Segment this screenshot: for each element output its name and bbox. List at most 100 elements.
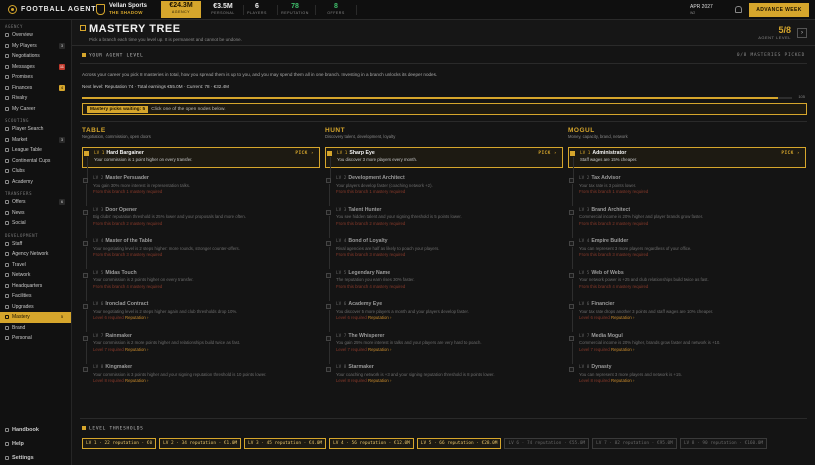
- sidebar-item-market[interactable]: Market 3: [0, 135, 71, 146]
- mastery-node-brand-architect[interactable]: LV 3 Brand Architect Commercial income is …: [568, 207, 806, 238]
- mastery-node-hard-bargainer[interactable]: LV 1 Hard Bargainer PICK › Your commission …: [82, 146, 320, 179]
- branch-mogul: MOGUL Money, capacity, brand, network LV 1…: [568, 127, 806, 388]
- sidebar-item-overview[interactable]: Overview: [0, 30, 71, 41]
- reputation-link[interactable]: Reputation ›: [368, 378, 391, 383]
- sidebar-item-headquarters[interactable]: Headquarters: [0, 281, 71, 292]
- mastery-node-financier[interactable]: LV 6 Financier Your tax rate drops another…: [568, 301, 806, 332]
- mastery-node-empire-builder[interactable]: LV 4 Empire Builder You can represent 3 mo…: [568, 238, 806, 269]
- sidebar-item-social[interactable]: Social: [0, 218, 71, 229]
- sidebar-item-offers[interactable]: Offers 6: [0, 197, 71, 208]
- sidebar-item-travel[interactable]: Travel: [0, 260, 71, 271]
- node-checkbox[interactable]: [569, 367, 574, 372]
- mastery-node-door-opener[interactable]: LV 3 Door Opener Big clubs' reputation thr…: [82, 207, 320, 238]
- node-checkbox[interactable]: [83, 178, 88, 183]
- node-checkbox[interactable]: [326, 178, 331, 183]
- sidebar-item-settings[interactable]: Settings: [0, 451, 72, 465]
- sidebar-item-help[interactable]: Help: [0, 437, 72, 451]
- reputation-link[interactable]: Reputation ›: [125, 315, 148, 320]
- sidebar-item-clubs[interactable]: Clubs: [0, 166, 71, 177]
- node-checkbox[interactable]: [327, 150, 332, 156]
- branch-description: Negotiation, commission, open doors: [82, 134, 151, 139]
- reputation-link[interactable]: Reputation ›: [611, 315, 634, 320]
- sidebar-item-negotiations[interactable]: Negotiations: [0, 51, 71, 62]
- mastery-node-ironclad-contract[interactable]: LV 6 Ironclad Contract Your negotiating le…: [82, 301, 320, 332]
- node-checkbox[interactable]: [326, 272, 331, 278]
- node-checkbox[interactable]: [569, 272, 574, 278]
- mastery-node-master-persuader[interactable]: LV 2 Master Persuader You gain 30% more in…: [82, 175, 320, 206]
- agency-network-icon: [5, 252, 9, 257]
- reputation-link[interactable]: Reputation ›: [125, 347, 148, 352]
- mastery-node-rainmaker[interactable]: LV 7 Rainmaker Your commission is 2 more p…: [82, 333, 320, 364]
- node-checkbox[interactable]: [569, 335, 574, 341]
- mastery-node-tax-advisor[interactable]: LV 2 Tax Advisor Your tax rate is 3 points…: [568, 175, 806, 206]
- sidebar-item-league-table[interactable]: League Table: [0, 145, 71, 156]
- sidebar-item-news[interactable]: News: [0, 208, 71, 219]
- sidebar-item-messages[interactable]: Messages 11: [0, 62, 71, 73]
- mastery-node-the-whisperer[interactable]: LV 7 The Whisperer You gain 25% more inter…: [325, 333, 563, 364]
- node-checkbox[interactable]: [83, 367, 88, 372]
- sidebar-item-handbook[interactable]: Handbook: [0, 423, 72, 437]
- sidebar-item-mastery[interactable]: Mastery 5: [0, 312, 71, 323]
- bell-icon[interactable]: [735, 6, 742, 13]
- reputation-link[interactable]: Reputation ›: [125, 378, 148, 383]
- node-checkbox[interactable]: [326, 241, 331, 246]
- reputation-link[interactable]: Reputation ›: [368, 347, 391, 352]
- reputation-link[interactable]: Reputation ›: [611, 378, 634, 383]
- node-title: Midas Touch: [105, 269, 137, 276]
- node-checkbox[interactable]: [84, 150, 89, 156]
- node-checkbox[interactable]: [326, 335, 331, 341]
- mastery-node-web-of-webs[interactable]: LV 5 Web of Webs Your network power is +25…: [568, 270, 806, 301]
- node-checkbox[interactable]: [326, 367, 331, 372]
- reputation-link[interactable]: Reputation ›: [368, 315, 391, 320]
- mastery-node-academy-eye[interactable]: LV 6 Academy Eye You discover 5 more playe…: [325, 301, 563, 332]
- mastery-node-kingmaker[interactable]: LV 8 Kingmaker Your commission is 3 points…: [82, 364, 320, 388]
- advance-week-button[interactable]: ADVANCE WEEK: [749, 3, 809, 17]
- sidebar-item-brand[interactable]: Brand: [0, 323, 71, 334]
- mastery-node-talent-hunter[interactable]: LV 3 Talent Hunter You see hidden talent a…: [325, 207, 563, 238]
- node-checkbox[interactable]: [569, 209, 574, 215]
- sidebar-item-my-career[interactable]: My Career: [0, 104, 71, 115]
- sidebar-item-network[interactable]: Network: [0, 270, 71, 281]
- node-checkbox[interactable]: [83, 209, 88, 215]
- mastery-node-development-architect[interactable]: LV 2 Development Architect Your players de…: [325, 175, 563, 206]
- sidebar-item-staff[interactable]: Staff: [0, 239, 71, 250]
- node-checkbox[interactable]: [569, 178, 574, 183]
- game-date: APR 2027 W2: [690, 4, 713, 16]
- node-checkbox[interactable]: [83, 272, 88, 278]
- mastery-node-starmaker[interactable]: LV 8 Starmaker Your coaching network is +3…: [325, 364, 563, 388]
- pick-button[interactable]: PICK ›: [295, 151, 314, 156]
- node-checkbox[interactable]: [83, 241, 88, 246]
- mastery-node-master-of-the-table[interactable]: LV 4 Master of the Table Your negotiating …: [82, 238, 320, 269]
- mastery-node-dynasty[interactable]: LV 8 Dynasty You can represent 3 more play…: [568, 364, 806, 388]
- node-checkbox[interactable]: [326, 209, 331, 215]
- mastery-node-sharp-eye[interactable]: LV 1 Sharp Eye PICK › You discover 3 more p…: [325, 146, 563, 179]
- mastery-node-bond-of-loyalty[interactable]: LV 4 Bond of Loyalty Rival agencies are ha…: [325, 238, 563, 269]
- sidebar-item-player-search[interactable]: Player Search: [0, 124, 71, 135]
- sidebar-item-finances[interactable]: Finances 4: [0, 83, 71, 94]
- mastery-node-legendary-name[interactable]: LV 5 Legendary Name The reputation you ear…: [325, 270, 563, 301]
- reputation-link[interactable]: Reputation ›: [611, 347, 634, 352]
- node-checkbox[interactable]: [326, 304, 331, 309]
- mastery-node-midas-touch[interactable]: LV 5 Midas Touch Your commission is 2 poin…: [82, 269, 320, 301]
- sidebar-item-my-players[interactable]: My Players 3: [0, 41, 71, 52]
- sidebar-item-academy[interactable]: Academy: [0, 177, 71, 188]
- sidebar-item-agency-network[interactable]: Agency Network: [0, 249, 71, 260]
- pick-button[interactable]: PICK ›: [781, 151, 800, 156]
- node-checkbox[interactable]: [570, 150, 575, 156]
- node-checkbox[interactable]: [569, 241, 574, 246]
- chevron-right-icon[interactable]: ›: [797, 28, 807, 38]
- node-checkbox[interactable]: [83, 304, 88, 309]
- node-checkbox[interactable]: [83, 335, 88, 341]
- sidebar-item-upgrades[interactable]: Upgrades: [0, 302, 71, 313]
- sidebar-item-personal[interactable]: Personal: [0, 333, 71, 344]
- sidebar-item-continental-cups[interactable]: Continental Cups: [0, 156, 71, 167]
- sidebar-item-promises[interactable]: Promises: [0, 72, 71, 83]
- node-checkbox[interactable]: [569, 304, 574, 309]
- sidebar-item-rivalry[interactable]: Rivalry: [0, 93, 71, 104]
- agency-info[interactable]: Vellan Sports THE SHADOW: [96, 3, 147, 15]
- pick-button[interactable]: PICK ›: [538, 151, 557, 156]
- mastery-node-media-mogul[interactable]: LV 7 Media Mogul Commercial income is 20% …: [568, 333, 806, 364]
- app-brand[interactable]: FOOTBALL AGENT: [8, 5, 96, 14]
- mastery-node-administrator[interactable]: LV 1 Administrator PICK › Staff wages are 1…: [568, 146, 806, 179]
- sidebar-item-facilities[interactable]: Facilities: [0, 291, 71, 302]
